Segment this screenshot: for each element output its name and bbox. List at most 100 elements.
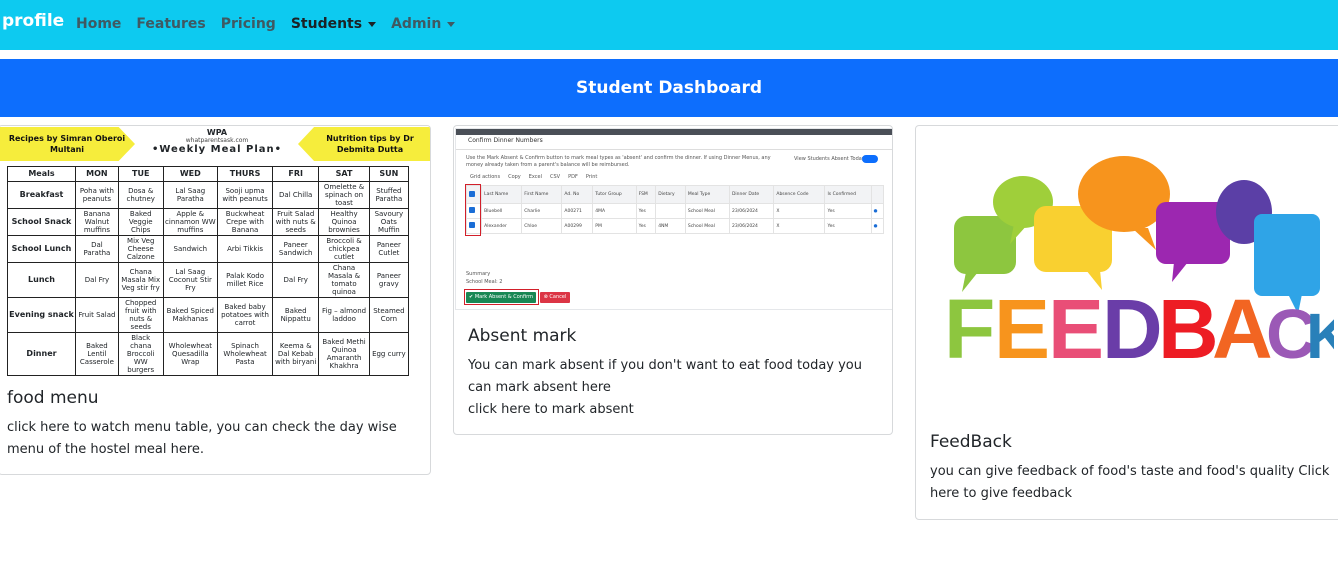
meal-item-cell: Broccoli & chickpea cutlet: [318, 235, 370, 263]
grid-cell: Bluebell: [481, 203, 523, 219]
table-row: School Snack Banana Walnut muffins Baked V…: [7, 208, 410, 236]
dialog-top-bar: [456, 129, 892, 135]
col-header: MON: [75, 166, 119, 182]
dashboard-banner: Student Dashboard: [0, 59, 1338, 117]
meal-item-cell: Paneer Sandwich: [272, 235, 320, 263]
toggle-label: View Students Absent Today: [794, 156, 865, 162]
meal-item-cell: Chopped fruit with nuts & seeds: [117, 297, 164, 333]
recipes-banner: Recipes by Simran Oberoi Multani: [0, 127, 135, 161]
grid-col: Absence Code: [773, 185, 826, 204]
grid-col: Meal Type: [684, 185, 730, 204]
chevron-down-icon: [447, 21, 456, 27]
grid-col: Last Name: [481, 185, 523, 204]
meal-item-cell: Steamed Corn: [368, 297, 410, 333]
meal-item-cell: Baked Nippattu: [272, 297, 320, 333]
grid-cell: ●: [870, 218, 885, 234]
grid-cell: Yes: [824, 218, 872, 234]
meal-item-cell: Wholewheat Quesadilla Wrap: [162, 332, 219, 376]
meal-item-cell: Fruit Salad: [75, 297, 119, 333]
meal-item-cell: Keema & Dal Kebab with biryani: [272, 332, 320, 376]
grid-col: Ad. No: [561, 185, 594, 204]
tab-excel: Excel: [528, 174, 543, 180]
meal-item-cell: Baked Lentil Casserole: [75, 332, 119, 376]
feedback-image[interactable]: F E E D B A C K: [936, 154, 1334, 394]
grid-cell: PM: [592, 218, 637, 234]
tab-print: Print: [585, 174, 598, 180]
meal-name-cell: Dinner: [7, 332, 76, 376]
grid-cell: 4MA: [592, 203, 637, 219]
feedback-card[interactable]: F E E D B A C K FeedBack you can give fe…: [915, 125, 1338, 520]
grid-cell: X: [773, 203, 826, 219]
meal-item-cell: Savoury Oats Muffin: [368, 208, 410, 236]
meal-item-cell: Spinach Wholewheat Pasta: [217, 332, 274, 376]
meal-item-cell: Healthy Quinoa brownies: [318, 208, 370, 236]
col-header: FRI: [272, 166, 320, 182]
meal-item-cell: Sandwich: [162, 235, 219, 263]
grid-col: Dinner Date: [728, 185, 775, 204]
meal-item-cell: Dal Fry: [272, 262, 320, 298]
food-menu-card[interactable]: Recipes by Simran Oberoi Multani WPA wha…: [0, 125, 431, 475]
highlight-box: [465, 184, 481, 236]
grid-cell: ●: [870, 203, 885, 219]
card-title: food menu: [7, 388, 99, 408]
feedback-wordmark: F E E D B A C K: [944, 282, 1334, 376]
meal-name-cell: Breakfast: [7, 181, 76, 209]
meal-item-cell: Baked Veggie Chips: [117, 208, 164, 236]
summary-value: School Meal: 2: [466, 279, 503, 285]
letter-b: B: [1158, 282, 1219, 376]
col-header: THURS: [217, 166, 274, 182]
nav-features[interactable]: Features: [136, 16, 205, 32]
meal-name-cell: Evening snack: [7, 297, 76, 333]
mark-absent-link[interactable]: click here to mark absent: [468, 399, 878, 421]
grid-cell: 4NM: [655, 218, 686, 234]
grid-cell: Yes: [635, 203, 657, 219]
grid-cell: Chloe: [521, 218, 563, 234]
table-row: Lunch Dal Fry Chana Masala Mix Veg stir fr…: [7, 262, 410, 298]
plan-title: •Weekly Meal Plan•: [151, 144, 283, 155]
meal-item-cell: Stuffed Paratha: [368, 181, 410, 209]
meal-item-cell: Dal Fry: [75, 262, 119, 298]
grid-cell: Alexander: [481, 218, 523, 234]
table-row: Dinner Baked Lentil Casserole Black chana …: [7, 332, 410, 376]
letter-d: D: [1102, 282, 1163, 376]
meal-item-cell: Lal Saag Paratha: [162, 181, 219, 209]
students-grid: Last Name First Name Ad. No Tutor Group …: [465, 185, 885, 234]
nav-home[interactable]: Home: [76, 16, 121, 32]
letter-f: F: [944, 282, 995, 376]
meal-item-cell: Black chana Broccoli WW burgers: [117, 332, 164, 376]
absent-mark-card[interactable]: Confirm Dinner Numbers Use the Mark Abse…: [453, 125, 893, 435]
site-name: whatparentsask.com: [185, 137, 249, 144]
meal-item-cell: Baked Spiced Makhanas: [162, 297, 219, 333]
grid-row: Bluebell Charlie A00271 4MA Yes School M…: [465, 203, 885, 219]
nav-admin-label: Admin: [391, 16, 442, 32]
grid-cell: School Meal: [684, 203, 730, 219]
meal-item-cell: Egg curry: [368, 332, 410, 376]
card-text: you can give feedback of food's taste an…: [930, 464, 1330, 501]
nav-admin-dropdown[interactable]: Admin: [391, 16, 456, 32]
meal-item-cell: Apple & cinnamon WW muffins: [162, 208, 219, 236]
meal-item-cell: Buckwheat Crepe with Banana: [217, 208, 274, 236]
grid-cell: 23/06/2024: [728, 203, 775, 219]
grid-row: Alexander Chloe A00299 PM Yes 4NM School…: [465, 218, 885, 234]
meal-item-cell: Dosa & chutney: [117, 181, 164, 209]
brand-logo[interactable]: profile: [2, 11, 64, 31]
meal-item-cell: Arbi Tikkis: [217, 235, 274, 263]
chevron-down-icon: [368, 21, 377, 27]
absent-screenshot-image[interactable]: Confirm Dinner Numbers Use the Mark Abse…: [455, 128, 892, 310]
table-row: Breakfast Poha with peanuts Dosa & chutney…: [7, 181, 410, 209]
letter-a: A: [1212, 282, 1273, 376]
tab-csv: CSV: [550, 174, 561, 180]
grid-cell: 23/06/2024: [728, 218, 775, 234]
meal-plan-heading: WPA whatparentsask.com •Weekly Meal Plan…: [139, 128, 295, 155]
nav-students-dropdown[interactable]: Students: [291, 16, 377, 32]
meal-item-cell: Chana Masala Mix Veg stir fry: [117, 262, 164, 298]
meal-item-cell: Lal Saag Coconut Stir Fry: [162, 262, 219, 298]
meal-item-cell: Baked baby potatoes with carrot: [217, 297, 274, 333]
grid-col: [870, 185, 885, 204]
bubble-tail: [1132, 228, 1156, 250]
nav-pricing[interactable]: Pricing: [221, 16, 276, 32]
meal-item-cell: Baked Methi Quinoa Amaranth Khakhra: [318, 332, 370, 376]
letter-k: K: [1306, 300, 1334, 372]
dialog-title: Confirm Dinner Numbers: [468, 137, 543, 144]
meal-plan-image[interactable]: Recipes by Simran Oberoi Multani WPA wha…: [0, 126, 430, 376]
